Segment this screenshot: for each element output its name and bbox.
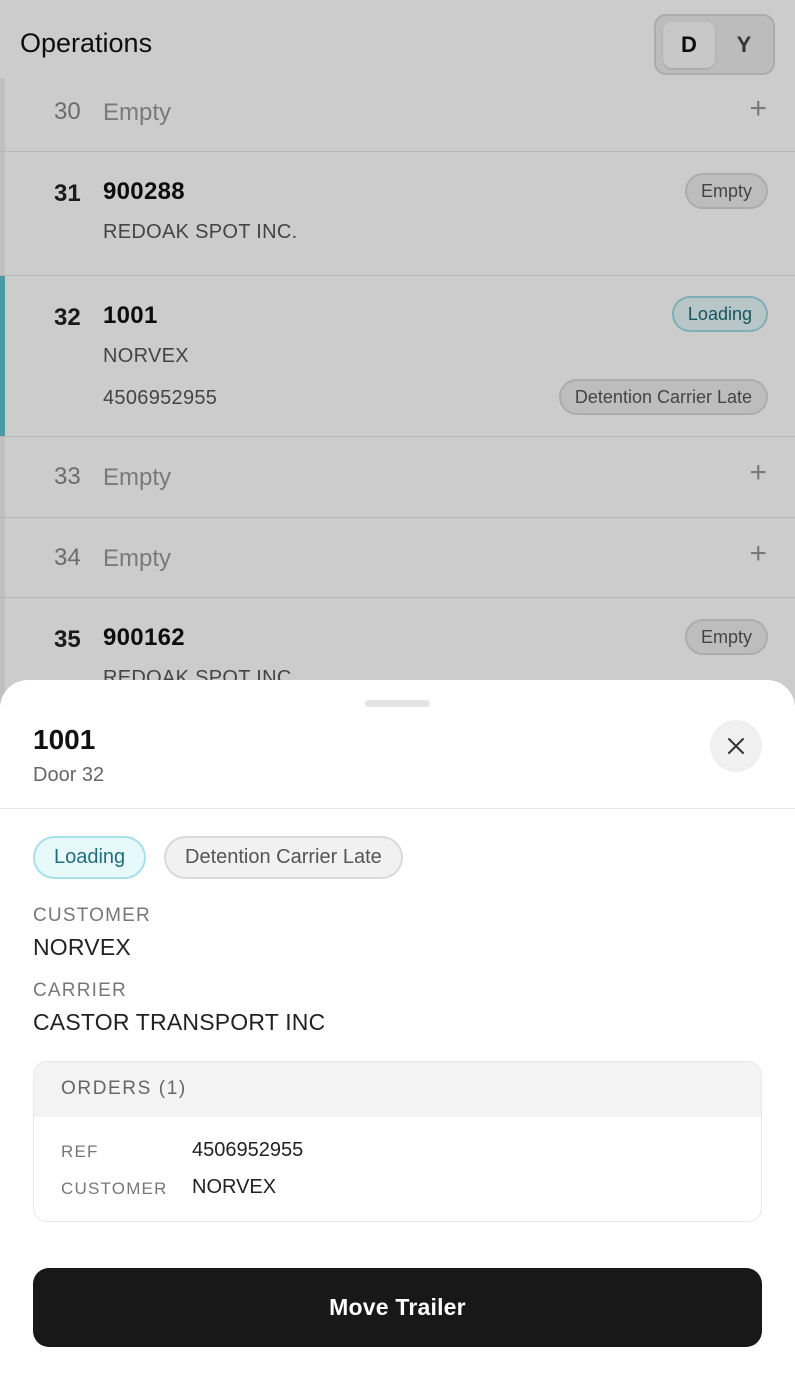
close-button[interactable] xyxy=(710,720,762,772)
sheet-subtitle: Door 32 xyxy=(33,764,105,786)
order-customer-label: CUSTOMER xyxy=(61,1179,168,1198)
order-ref-value: 4506952955 xyxy=(192,1139,304,1161)
sheet-title: 1001 xyxy=(33,724,96,755)
alert-tag: Detention Carrier Late xyxy=(164,836,403,879)
sheet-divider xyxy=(0,808,795,809)
sheet-drag-handle[interactable] xyxy=(365,700,430,707)
trailer-detail-sheet: 1001 Door 32 Loading Detention Carrier L… xyxy=(0,680,795,1400)
move-trailer-button[interactable]: Move Trailer xyxy=(33,1268,762,1347)
orders-header: ORDERS (1) xyxy=(34,1062,761,1117)
customer-value: NORVEX xyxy=(33,934,131,960)
carrier-value: CASTOR TRANSPORT INC xyxy=(33,1009,326,1035)
customer-label: CUSTOMER xyxy=(33,905,151,926)
order-customer-value: NORVEX xyxy=(192,1176,277,1198)
carrier-label: CARRIER xyxy=(33,980,127,1001)
status-tag: Loading xyxy=(33,836,147,879)
close-icon xyxy=(728,738,744,754)
order-ref-label: REF xyxy=(61,1142,99,1161)
orders-title: ORDERS (1) xyxy=(61,1078,187,1099)
orders-card: ORDERS (1) REF 4506952955 CUSTOMER NORVE… xyxy=(33,1061,762,1222)
